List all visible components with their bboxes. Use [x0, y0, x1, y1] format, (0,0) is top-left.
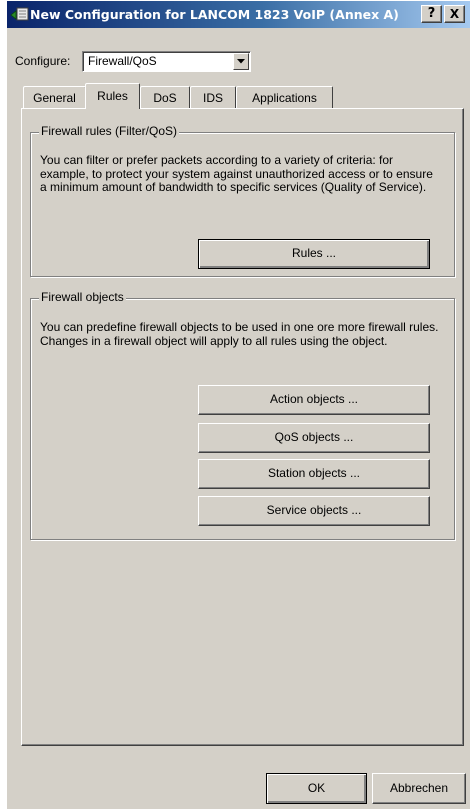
help-button[interactable]: ? — [421, 5, 442, 23]
close-button[interactable]: X — [444, 5, 465, 23]
firewall-objects-description: You can predefine firewall objects to be… — [40, 320, 439, 348]
ok-button-label: OK — [307, 781, 326, 795]
firewall-rules-group-title: Firewall rules (Filter/QoS) — [39, 124, 180, 138]
service-objects-button[interactable]: Service objects ... — [198, 496, 430, 526]
firewall-objects-group: Firewall objects You can predefine firew… — [30, 290, 455, 540]
tab-rules[interactable]: Rules — [85, 83, 140, 109]
cancel-button-label: Abbrechen — [389, 781, 449, 795]
firewall-objects-group-title: Firewall objects — [39, 290, 126, 304]
service-objects-button-label: Service objects ... — [266, 503, 362, 517]
tab-ids[interactable]: IDS — [190, 86, 236, 108]
action-objects-button[interactable]: Action objects ... — [198, 385, 430, 415]
qos-objects-button-label: QoS objects ... — [274, 430, 354, 444]
dialog-window: New Configuration for LANCOM 1823 VoIP (… — [6, 0, 470, 809]
station-objects-button[interactable]: Station objects ... — [198, 459, 430, 489]
tab-dos[interactable]: DoS — [140, 86, 190, 108]
tab-label: Rules — [97, 89, 128, 103]
tab-general[interactable]: General — [23, 86, 86, 108]
ok-button[interactable]: OK — [266, 773, 367, 804]
dropdown-arrow-icon[interactable] — [233, 53, 249, 70]
qos-objects-button[interactable]: QoS objects ... — [198, 423, 430, 453]
tab-label: DoS — [153, 91, 177, 105]
tab-label: General — [33, 91, 76, 105]
title-bar[interactable]: New Configuration for LANCOM 1823 VoIP (… — [7, 1, 470, 28]
configure-label: Configure: — [15, 54, 71, 68]
configure-dropdown-value: Firewall/QoS — [88, 54, 157, 68]
tab-applications[interactable]: Applications — [236, 86, 333, 108]
app-icon — [10, 6, 30, 23]
action-objects-button-label: Action objects ... — [269, 392, 359, 406]
configure-dropdown[interactable]: Firewall/QoS — [82, 51, 251, 72]
station-objects-button-label: Station objects ... — [267, 466, 361, 480]
rules-button-label: Rules ... — [291, 246, 336, 260]
firewall-rules-group: Firewall rules (Filter/QoS) You can filt… — [30, 124, 455, 277]
window-title: New Configuration for LANCOM 1823 VoIP (… — [30, 7, 399, 22]
rules-button[interactable]: Rules ... — [198, 239, 430, 269]
cancel-button[interactable]: Abbrechen — [372, 773, 466, 804]
tab-label: Applications — [252, 91, 317, 105]
tab-label: IDS — [202, 91, 223, 105]
firewall-rules-description: You can filter or prefer packets accordi… — [40, 153, 433, 194]
